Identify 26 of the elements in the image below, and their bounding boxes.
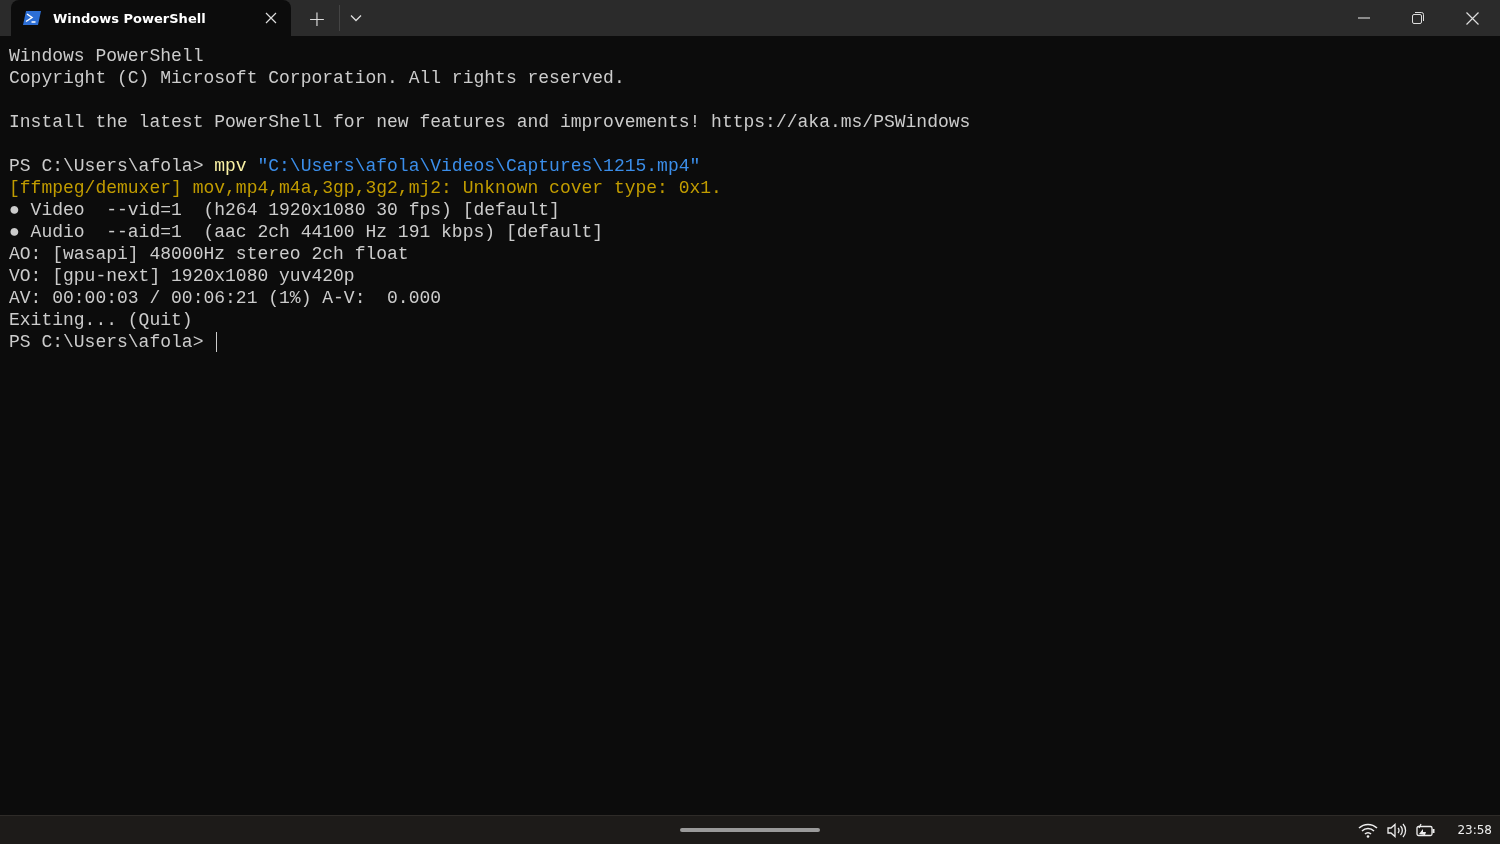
terminal-text: PS C:\Users\afola> — [9, 155, 205, 177]
dropdown-icon[interactable] — [350, 14, 362, 22]
wifi-icon[interactable] — [1358, 822, 1379, 838]
close-icon[interactable] — [1466, 11, 1479, 25]
terminal-text: VO: [gpu-next] 1920x1080 yuv420p — [9, 265, 355, 287]
restore-icon[interactable] — [1412, 12, 1424, 24]
battery-icon[interactable] — [1416, 822, 1437, 838]
terminal-text: ● Video --vid=1 (h264 1920x1080 30 fps) [default] — [9, 199, 560, 221]
powershell-icon — [23, 11, 41, 25]
terminal-text: [ffmpeg/demuxer] mov,mp4,m4a,3gp,3g2,mj2: Unknown cover type: 0x1. — [9, 177, 722, 199]
clock[interactable]: 23:58 — [1457, 823, 1492, 837]
terminal-tab[interactable]: Windows PowerShell — [11, 0, 291, 36]
new-tab-button[interactable]: + — [301, 5, 333, 31]
terminal-text: ● Audio --aid=1 (aac 2ch 44100 Hz 191 kbps) [default] — [9, 221, 604, 243]
close-icon[interactable] — [265, 12, 277, 24]
terminal-text: AO: [wasapi] 48000Hz stereo 2ch float — [9, 243, 409, 265]
terminal-text: Exiting... (Quit) — [9, 309, 193, 331]
terminal-text: mpv — [214, 155, 247, 177]
volume-icon[interactable] — [1387, 822, 1408, 838]
terminal-text: Copyright (C) Microsoft Corporation. All rights reserved. — [9, 67, 625, 89]
terminal-text: "C:\Users\afola\Videos\Captures\1215.mp4" — [256, 155, 701, 177]
terminal-text: AV: 00:00:03 / 00:06:21 (1%) A-V: 0.000 — [9, 287, 442, 309]
terminal-text: PS C:\Users\afola> — [9, 331, 205, 353]
terminal-text: Windows PowerShell — [9, 45, 204, 67]
tab-title: Windows PowerShell — [53, 10, 207, 26]
terminal-text: Install the latest PowerShell for new features and improvements! https://aka.ms/PSWindows — [9, 111, 971, 133]
